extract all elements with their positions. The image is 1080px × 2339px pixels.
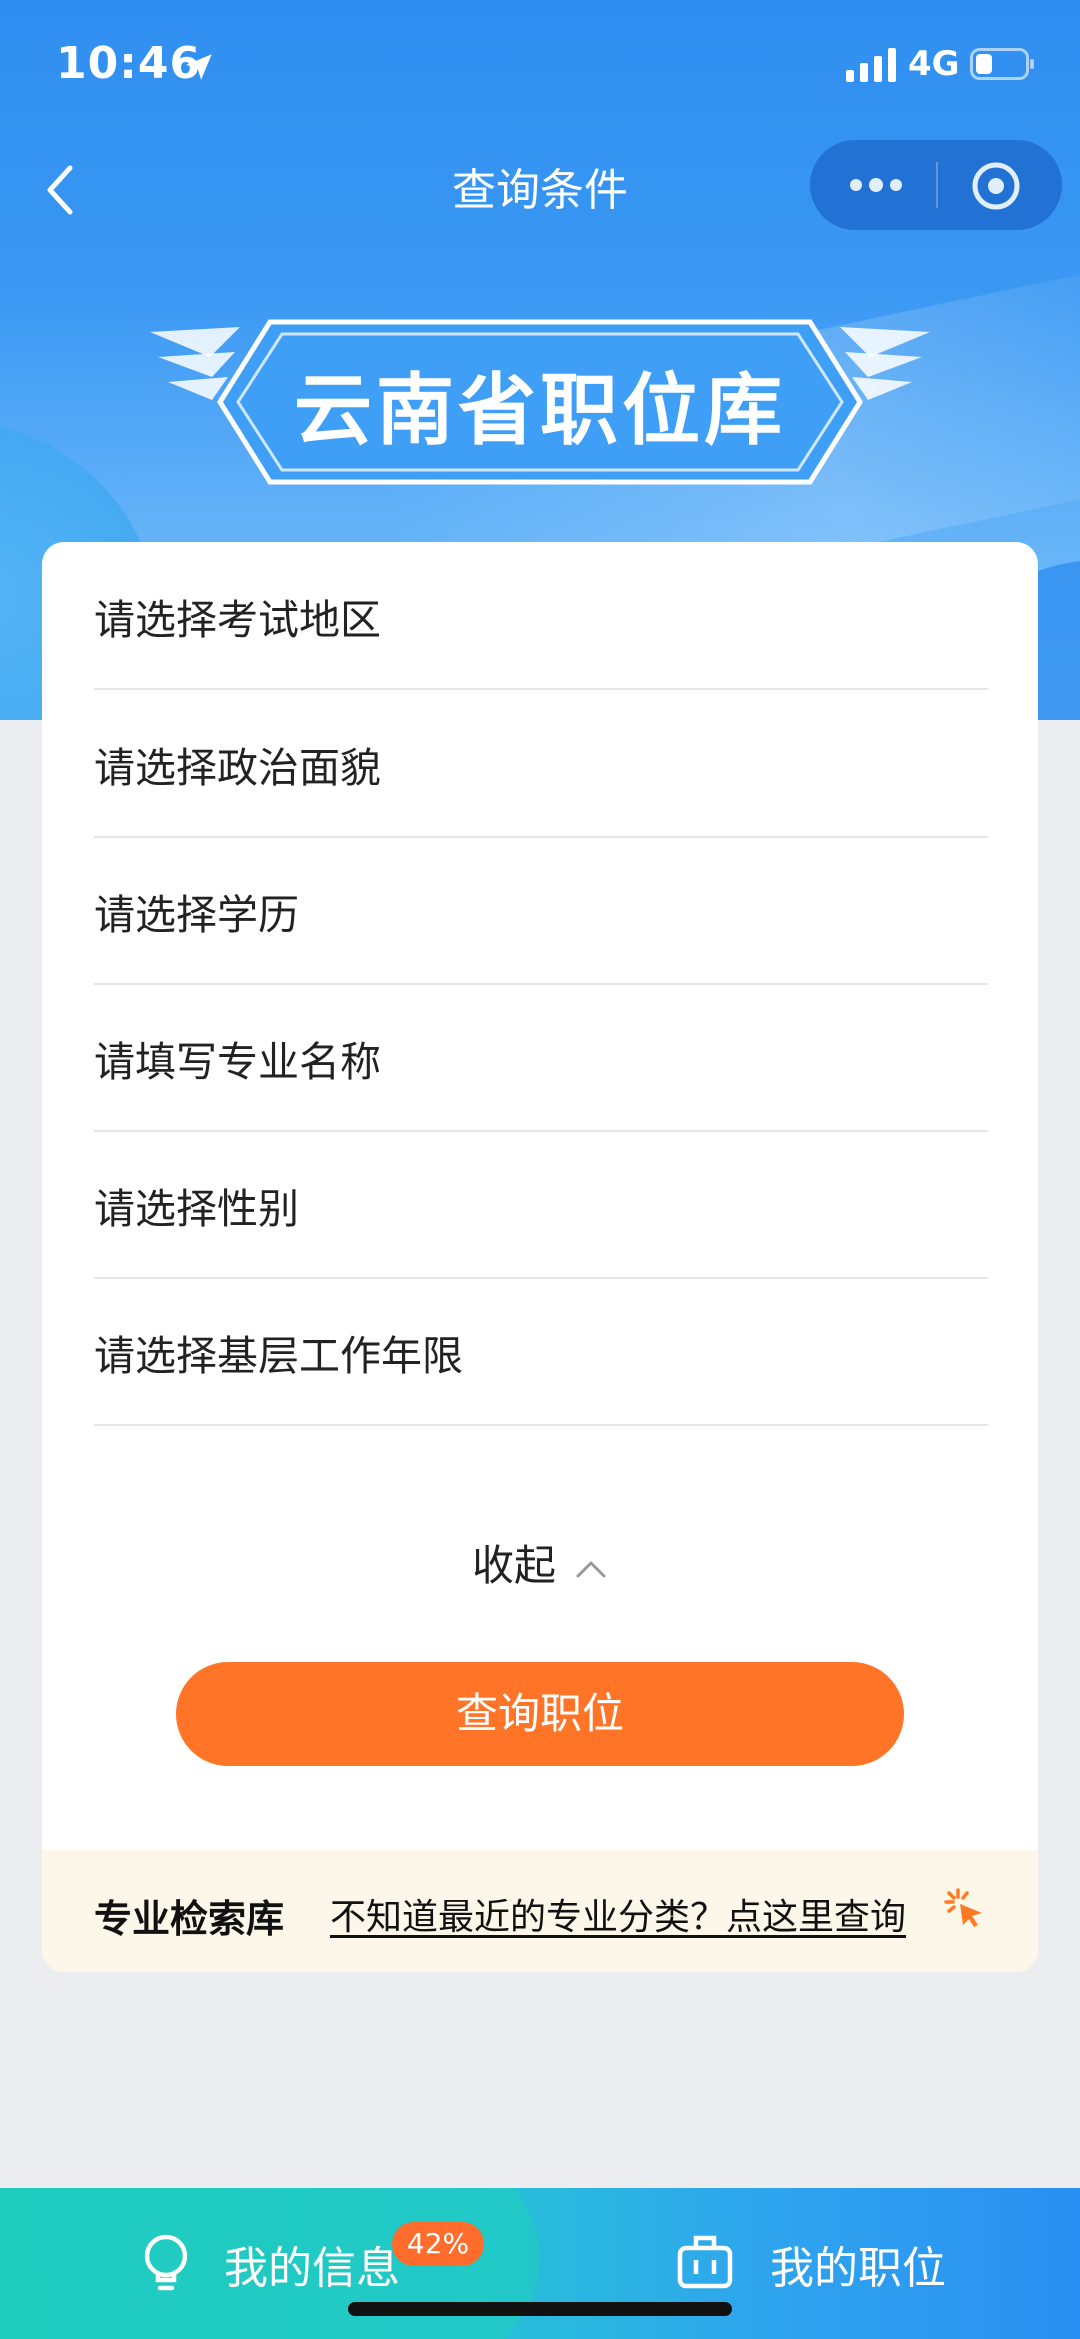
- political-status-placeholder: 请选择政治面貌: [94, 744, 381, 792]
- sparkle-cursor-icon: [944, 1888, 982, 1927]
- collapse-label: 收起: [471, 1541, 556, 1590]
- capsule-divider: [936, 162, 938, 208]
- briefcase-icon: [677, 2235, 733, 2289]
- profile-completion-badge: 42%: [392, 2222, 484, 2266]
- query-form-card: 请选择考试地区 请选择政治面貌 请选择学历 请填写专业名称 请选择性别 请选择基…: [42, 542, 1038, 1972]
- status-bar: 10:46 4G: [0, 0, 1080, 130]
- search-jobs-button[interactable]: 查询职位: [176, 1662, 904, 1766]
- more-dots-icon[interactable]: [846, 169, 906, 201]
- home-indicator: [348, 2302, 732, 2316]
- lightbulb-icon: [144, 2234, 188, 2291]
- tab-my-info[interactable]: 我的信息 42%: [0, 2188, 540, 2339]
- gender-select[interactable]: 请选择性别: [94, 1131, 988, 1279]
- major-name-placeholder: 请填写专业名称: [94, 1038, 381, 1086]
- grassroots-years-placeholder: 请选择基层工作年限: [94, 1332, 463, 1380]
- signal-icon: [846, 48, 896, 82]
- status-time: 10:46: [56, 38, 202, 89]
- tab-my-jobs[interactable]: 我的职位: [540, 2188, 1080, 2339]
- banner-title: 云南省职位库: [293, 366, 786, 456]
- bottom-tab-bar: 我的信息 42% 我的职位: [0, 2188, 1080, 2339]
- network-type: 4G: [908, 44, 960, 84]
- tab-my-info-label: 我的信息: [224, 2243, 400, 2294]
- major-search-tip: 专业检索库 不知道最近的专业分类？点这里查询: [42, 1850, 1038, 1972]
- location-arrow-icon: [186, 54, 212, 80]
- chevron-up-icon: [576, 1561, 606, 1577]
- gender-placeholder: 请选择性别: [94, 1185, 299, 1233]
- exam-region-placeholder: 请选择考试地区: [94, 596, 381, 644]
- major-name-input[interactable]: 请填写专业名称: [94, 984, 988, 1132]
- major-lookup-link[interactable]: 不知道最近的专业分类？点这里查询: [330, 1888, 906, 1940]
- mini-program-capsule: [810, 140, 1062, 230]
- tab-my-jobs-label: 我的职位: [770, 2243, 946, 2294]
- target-icon[interactable]: [970, 160, 1022, 212]
- exam-region-select[interactable]: 请选择考试地区: [94, 542, 988, 690]
- battery-icon: [970, 48, 1034, 80]
- education-placeholder: 请选择学历: [94, 891, 299, 939]
- navigation-bar: 查询条件: [0, 140, 1080, 230]
- grassroots-years-select[interactable]: 请选择基层工作年限: [94, 1278, 988, 1426]
- political-status-select[interactable]: 请选择政治面貌: [94, 690, 988, 838]
- major-library-label: 专业检索库: [94, 1897, 285, 1941]
- education-select[interactable]: 请选择学历: [94, 837, 988, 985]
- collapse-toggle[interactable]: 收起: [42, 1532, 1038, 1593]
